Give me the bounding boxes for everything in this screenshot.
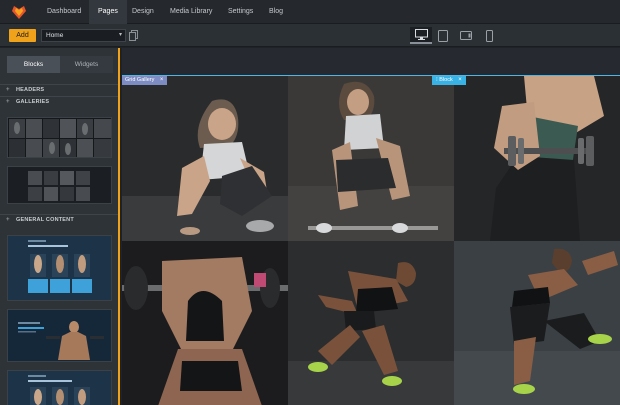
gallery-image-tile[interactable] [288, 241, 454, 405]
block-label[interactable]: ⁝ Block × [432, 76, 466, 85]
content-block-thumbnail[interactable] [7, 235, 112, 301]
page-canvas: Grid Gallery × ⁝ Block × [122, 48, 620, 405]
collapse-icon: + [6, 99, 10, 105]
section-headers[interactable]: + HEADERS [0, 84, 118, 95]
grid-gallery-label[interactable]: Grid Gallery × [122, 76, 168, 85]
canvas-header-strip [122, 48, 620, 75]
device-desktop-button[interactable] [410, 27, 432, 44]
section-general-content[interactable]: + GENERAL CONTENT [0, 214, 118, 225]
duplicate-page-icon[interactable] [129, 30, 138, 41]
gallery-grid-preview [8, 118, 111, 157]
close-icon[interactable]: × [458, 76, 462, 85]
device-tablet-button[interactable] [432, 27, 454, 44]
blocks-sidebar: Blocks Widgets + HEADERS + GALLERIES + G… [0, 48, 120, 405]
section-label: HEADERS [16, 87, 45, 93]
page-select[interactable]: Home ▾ [41, 29, 126, 42]
tab-blocks[interactable]: Blocks [7, 56, 60, 73]
gallery-image-tile[interactable] [454, 241, 620, 405]
device-phone-button[interactable] [478, 27, 500, 44]
nav-item-blog[interactable]: Blog [260, 0, 292, 24]
gallery-block-thumbnail[interactable] [7, 117, 112, 158]
page-toolbar: Add Home ▾ [0, 24, 620, 47]
phone-icon [485, 29, 493, 42]
gallery-image-tile[interactable] [288, 76, 454, 241]
content-block-thumbnail[interactable] [7, 309, 112, 362]
content-block-thumbnail[interactable] [7, 370, 112, 405]
top-navigation-bar: Dashboard Pages Design Media Library Set… [0, 0, 620, 24]
gallery-preview [8, 167, 111, 203]
nav-item-dashboard[interactable]: Dashboard [38, 0, 90, 24]
sidebar-tabs: Blocks Widgets [7, 56, 113, 73]
collapse-icon: + [6, 217, 10, 223]
tablet-icon [438, 29, 448, 42]
nav-item-settings[interactable]: Settings [219, 0, 262, 24]
gallery-image-tile[interactable] [454, 76, 620, 241]
gallery-image-tile[interactable] [122, 241, 288, 405]
close-icon[interactable]: × [160, 76, 164, 85]
content-block-preview [8, 236, 111, 300]
content-block-preview [8, 310, 111, 361]
grid-gallery-label-text: Grid Gallery [125, 77, 155, 83]
chevron-down-icon: ▾ [118, 32, 122, 38]
tablet-landscape-icon [460, 31, 472, 40]
content-block-preview [8, 371, 111, 405]
section-label: GENERAL CONTENT [16, 217, 74, 223]
page-select-value: Home [46, 32, 64, 39]
grid-gallery-block[interactable]: Grid Gallery × ⁝ Block × [122, 75, 620, 405]
section-label: GALLERIES [16, 99, 50, 105]
app-logo-icon[interactable] [10, 3, 28, 21]
gallery-image-tile[interactable] [122, 76, 288, 241]
block-label-text: Block [439, 77, 453, 83]
nav-item-media-library[interactable]: Media Library [161, 0, 221, 24]
desktop-icon [414, 29, 428, 40]
section-galleries[interactable]: + GALLERIES [0, 96, 118, 107]
device-tablet-landscape-button[interactable] [455, 27, 477, 44]
add-button[interactable]: Add [9, 29, 36, 42]
nav-item-design[interactable]: Design [123, 0, 163, 24]
gallery-block-thumbnail[interactable] [7, 166, 112, 204]
nav-item-pages[interactable]: Pages [89, 0, 127, 24]
tab-widgets[interactable]: Widgets [60, 56, 113, 73]
collapse-icon: + [6, 87, 10, 93]
